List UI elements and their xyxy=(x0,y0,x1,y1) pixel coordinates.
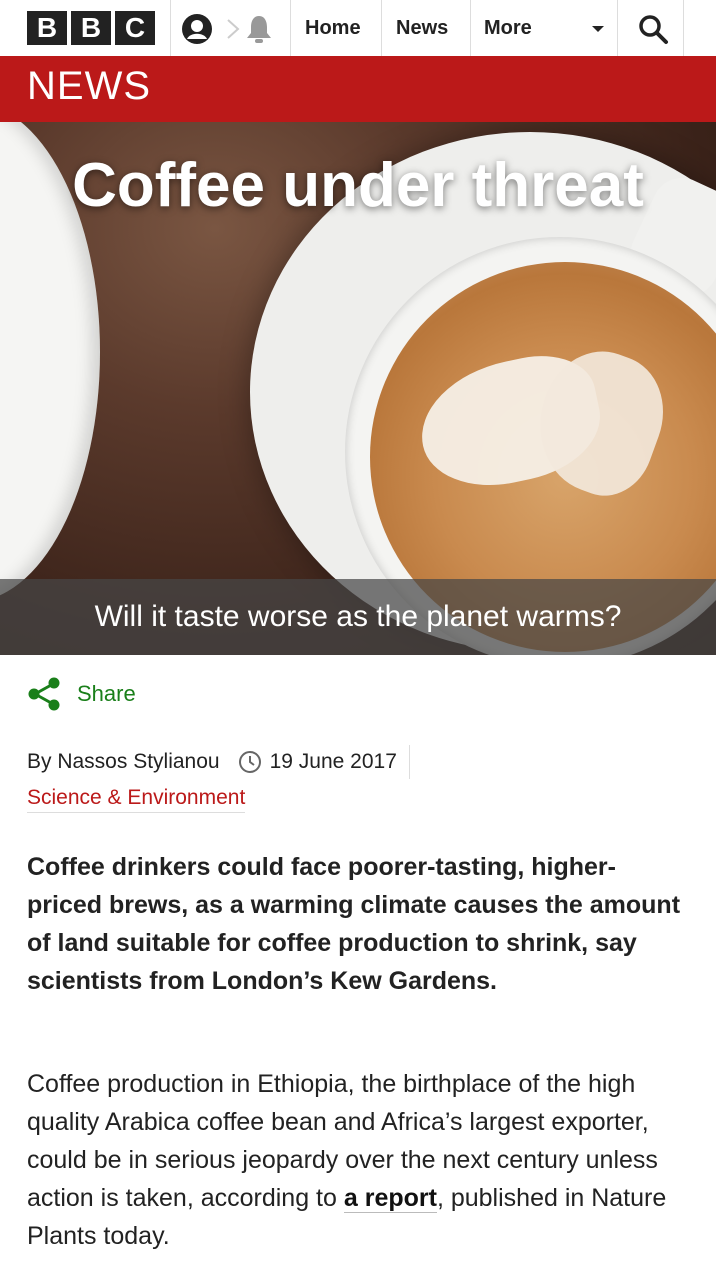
nav-more-button[interactable]: More xyxy=(484,0,532,56)
share-button[interactable]: Share xyxy=(27,676,136,712)
section-link[interactable]: Science & Environment xyxy=(27,786,246,813)
notifications-bell-icon[interactable] xyxy=(242,12,276,46)
nav-divider xyxy=(381,0,382,56)
search-icon[interactable] xyxy=(636,12,670,46)
nav-news-link[interactable]: News xyxy=(396,0,448,56)
news-wordmark[interactable]: NEWS xyxy=(27,64,151,109)
bbc-logo-letter: B xyxy=(71,11,111,45)
nav-divider xyxy=(170,0,171,56)
nav-divider xyxy=(683,0,684,56)
article-paragraph: Coffee production in Ethiopia, the birth… xyxy=(27,1065,687,1255)
article-intro: Coffee drinkers could face poorer-tastin… xyxy=(27,853,681,995)
publish-date: 19 June 2017 xyxy=(269,750,397,773)
chevron-right-icon xyxy=(227,19,240,39)
author-name: By Nassos Stylianou xyxy=(27,750,220,773)
nav-divider xyxy=(617,0,618,56)
byline: By Nassos Stylianou 19 June 2017 xyxy=(27,745,410,779)
news-banner: NEWS xyxy=(0,56,716,122)
account-icon[interactable] xyxy=(180,12,214,46)
nav-divider xyxy=(290,0,291,56)
hero-subtitle-bar: Will it taste worse as the planet warms? xyxy=(0,579,716,655)
nav-divider xyxy=(470,0,471,56)
share-icon xyxy=(28,677,60,711)
byline-divider xyxy=(408,745,410,779)
hero-image: Coffee under threat Will it taste worse … xyxy=(0,122,716,655)
share-label: Share xyxy=(77,681,136,706)
hero-subtitle: Will it taste worse as the planet warms? xyxy=(94,600,622,633)
report-link[interactable]: a report xyxy=(343,1184,437,1213)
hero-title: Coffee under threat xyxy=(72,151,644,220)
chevron-down-icon[interactable] xyxy=(592,26,604,32)
nav-home-link[interactable]: Home xyxy=(305,0,361,56)
bbc-logo-letter: B xyxy=(27,11,67,45)
top-navigation: B B C Home News More xyxy=(0,0,716,57)
clock-icon xyxy=(238,751,261,773)
bbc-logo[interactable]: B B C xyxy=(27,11,155,45)
bbc-logo-letter: C xyxy=(115,11,155,45)
